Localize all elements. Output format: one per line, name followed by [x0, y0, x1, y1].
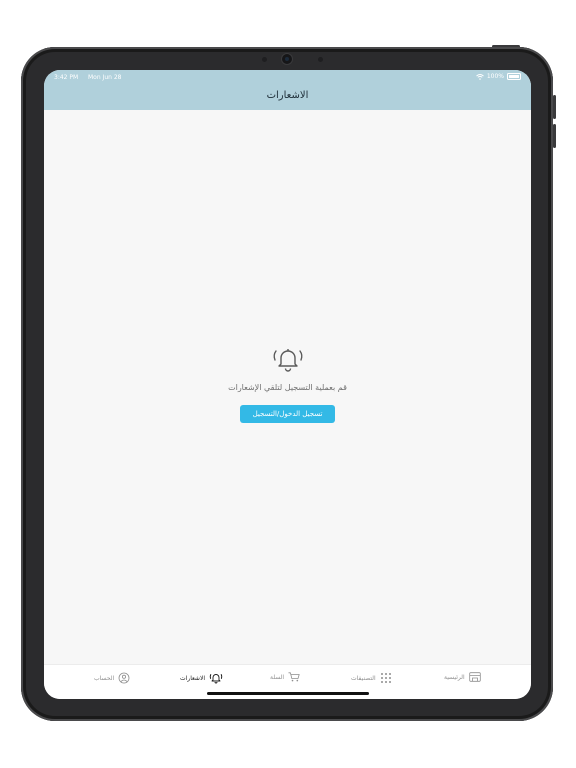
tab-label: السلة — [270, 673, 285, 681]
tab-home[interactable]: الرئيسية — [444, 672, 481, 682]
tab-cart[interactable]: السلة — [270, 672, 300, 682]
grid-icon — [380, 673, 391, 683]
app-screen: 3:42 PM Mon Jun 28 100% الاشعارات قم بعم… — [44, 70, 531, 699]
sensor-dot — [262, 57, 267, 62]
battery-percent: 100% — [486, 73, 504, 80]
front-camera — [282, 54, 292, 64]
volume-down-button — [553, 124, 556, 148]
header-bar: 3:42 PM Mon Jun 28 100% الاشعارات — [44, 70, 531, 110]
volume-up-button — [553, 95, 556, 119]
status-right: 100% — [476, 73, 521, 80]
tab-account[interactable]: الحساب — [94, 672, 130, 684]
tab-label: الحساب — [94, 674, 115, 682]
empty-state: قم بعملية التسجيل لتلقي الإشعارات تسجيل … — [44, 345, 531, 423]
tab-label: التصنيفات — [351, 674, 376, 682]
status-time: 3:42 PM — [54, 74, 79, 81]
store-icon — [468, 672, 481, 682]
page-title: الاشعارات — [266, 90, 309, 101]
sensor-dot — [318, 57, 323, 62]
empty-message: قم بعملية التسجيل لتلقي الإشعارات — [228, 383, 347, 392]
battery-icon — [507, 73, 521, 80]
wifi-icon — [476, 73, 484, 80]
home-indicator — [207, 692, 369, 695]
tab-label: الاشعارات — [180, 674, 206, 682]
tab-label: الرئيسية — [444, 673, 465, 681]
status-date: Mon Jun 28 — [88, 74, 122, 81]
account-icon — [118, 672, 130, 684]
cart-icon — [288, 672, 300, 682]
tab-categories[interactable]: التصنيفات — [351, 672, 392, 684]
bell-icon — [209, 674, 223, 684]
status-bar: 3:42 PM Mon Jun 28 100% — [44, 70, 531, 84]
bell-icon — [273, 349, 302, 372]
login-register-button[interactable]: تسجيل الدخول/التسجيل — [240, 405, 335, 423]
tab-notifications[interactable]: الاشعارات — [180, 672, 223, 684]
